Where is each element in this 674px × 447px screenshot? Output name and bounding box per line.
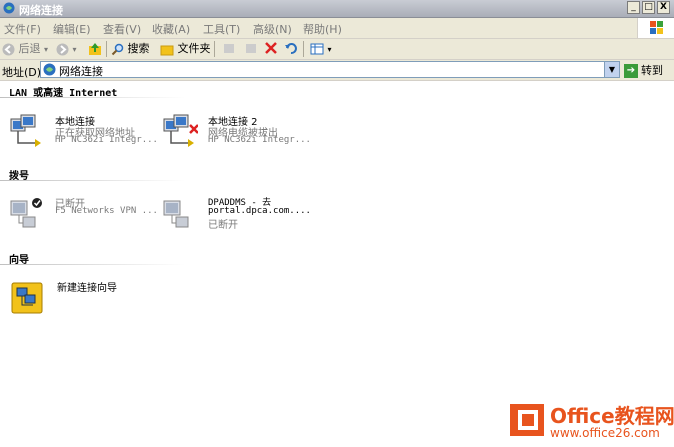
forward-button[interactable]: ▾: [56, 41, 77, 57]
group-divider: [0, 264, 185, 265]
title-bar: 网络连接 _ □ X: [0, 0, 674, 18]
watermark-url: www.office26.com: [550, 426, 660, 440]
views-icon: [310, 43, 324, 55]
address-input[interactable]: 网络连接 ▼: [40, 61, 620, 78]
forward-arrow-icon: [56, 43, 69, 55]
menu-bar: 文件(F) 编辑(E) 查看(V) 收藏(A) 工具(T) 高级(N) 帮助(H…: [0, 18, 674, 39]
delete-button[interactable]: [264, 41, 278, 57]
menu-tools[interactable]: 工具(T): [203, 21, 240, 37]
windows-flag-icon: [650, 21, 663, 34]
connection-item[interactable]: 本地连接 2 网络电缆被拔出 HP NC362i Integr...: [162, 113, 312, 153]
menu-favorites[interactable]: 收藏(A): [152, 21, 190, 37]
folder-up-icon: [89, 43, 101, 55]
toolbar-separator: [303, 41, 304, 57]
delete-x-icon: [265, 42, 277, 54]
up-button[interactable]: [88, 41, 102, 57]
watermark-brand: Office教程网: [550, 404, 674, 428]
dialup-connection-icon: [163, 200, 189, 228]
windows-logo: [637, 18, 674, 38]
site-watermark: Office教程网 www.office26.com: [508, 396, 674, 444]
maximize-button[interactable]: □: [642, 1, 655, 14]
folders-label: 文件夹: [177, 42, 211, 55]
connections-pane: LAN 或高速 Internet 本地连接 正在获取网络地址 HP NC362i…: [0, 81, 674, 447]
wizard-icon: [11, 282, 43, 314]
menu-edit[interactable]: 编辑(E): [53, 21, 91, 37]
back-arrow-icon: [2, 43, 15, 55]
search-icon: [111, 43, 124, 55]
connection-item[interactable]: 本地连接 正在获取网络地址 HP NC362i Integr...: [9, 113, 159, 153]
copy-to-button[interactable]: [244, 41, 258, 57]
undo-button[interactable]: [284, 41, 298, 57]
connection-status: 已断开: [208, 220, 238, 231]
move-to-button[interactable]: [222, 41, 236, 57]
close-button[interactable]: X: [657, 1, 670, 14]
lan-disconnected-icon: [163, 114, 198, 147]
address-value: 网络连接: [59, 65, 103, 78]
menu-advanced[interactable]: 高级(N): [253, 21, 292, 37]
connection-device: HP NC362i Integr...: [208, 135, 311, 145]
minimize-button[interactable]: _: [627, 1, 640, 14]
connection-item[interactable]: DPADDMS - 去 portal.dpca.com.... 已断开: [162, 195, 312, 235]
network-connections-icon: [43, 63, 56, 76]
network-connections-icon: [3, 2, 15, 14]
undo-icon: [285, 43, 297, 54]
connection-item[interactable]: 已断开 F5 Networks VPN ...: [9, 195, 159, 235]
address-label: 地址(D): [2, 66, 42, 79]
search-button[interactable]: 搜索: [111, 41, 150, 57]
move-to-icon: [224, 44, 234, 53]
vpn-connection-icon: [10, 198, 42, 228]
forward-dropdown-icon[interactable]: ▾: [73, 45, 77, 54]
folders-button[interactable]: 文件夹: [160, 41, 211, 57]
menu-help[interactable]: 帮助(H): [303, 21, 342, 37]
menu-view[interactable]: 查看(V): [103, 21, 141, 37]
address-dropdown-icon[interactable]: ▼: [604, 62, 619, 77]
lan-connection-icon: [10, 114, 41, 147]
copy-to-icon: [246, 44, 256, 53]
go-label: 转到: [641, 64, 663, 77]
back-label: 后退: [18, 42, 41, 55]
connection-host: portal.dpca.com....: [208, 206, 311, 216]
window-title: 网络连接: [19, 4, 63, 17]
group-divider: [0, 97, 185, 98]
go-button[interactable]: ➔ 转到: [624, 62, 663, 78]
toolbar-separator: [106, 41, 107, 57]
back-button[interactable]: 后退 ▾: [2, 41, 48, 57]
toolbar: 后退 ▾ ▾ 搜索 文件夹 ▾: [0, 39, 674, 60]
go-arrow-icon: ➔: [624, 64, 638, 78]
views-dropdown-icon: ▾: [327, 45, 332, 54]
group-divider: [0, 180, 185, 181]
menu-file[interactable]: 文件(F): [4, 21, 41, 37]
views-button[interactable]: ▾: [310, 41, 332, 57]
back-dropdown-icon[interactable]: ▾: [44, 45, 48, 54]
address-bar: 地址(D) 网络连接 ▼ ➔ 转到: [0, 60, 674, 81]
connection-status: F5 Networks VPN ...: [55, 206, 158, 216]
search-label: 搜索: [127, 42, 150, 55]
connection-device: HP NC362i Integr...: [55, 135, 158, 145]
new-connection-wizard-item[interactable]: 新建连接向导: [11, 279, 161, 319]
toolbar-separator: [214, 41, 215, 57]
folders-icon: [160, 45, 174, 55]
wizard-label: 新建连接向导: [57, 283, 117, 294]
